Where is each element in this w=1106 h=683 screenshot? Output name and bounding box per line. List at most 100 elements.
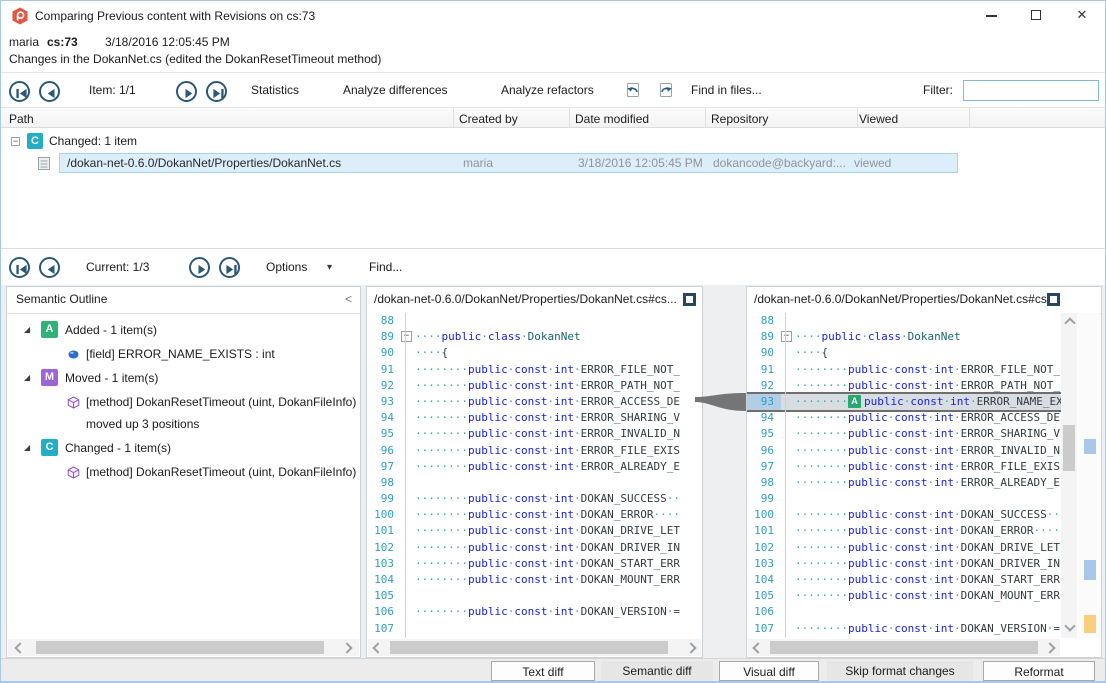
code-line-90: 90····{ bbox=[367, 345, 702, 361]
code-text bbox=[795, 637, 1077, 638]
tree-collapse-icon[interactable]: − bbox=[11, 137, 20, 146]
outline-group-moved[interactable]: ◢ M Moved - 1 item(s) bbox=[7, 368, 360, 390]
outline-item-method-moved[interactable]: [method] DokanResetTimeout (uint, DokanF… bbox=[7, 392, 360, 436]
line-number: 100 bbox=[367, 507, 401, 523]
maximize-pane-icon[interactable] bbox=[1047, 293, 1060, 306]
right-hscrollbar-thumb[interactable] bbox=[770, 641, 1038, 654]
last-diff-button[interactable] bbox=[219, 257, 240, 278]
fold-margin bbox=[781, 394, 795, 410]
maximize-pane-icon[interactable] bbox=[683, 293, 696, 306]
fold-toggle-icon[interactable]: − bbox=[781, 331, 792, 342]
doc-export-icon[interactable] bbox=[623, 80, 643, 100]
code-line-93: 93········public·const·int·ERROR_ACCESS_… bbox=[367, 394, 702, 410]
analyze-differences-button[interactable]: Analyze differences bbox=[343, 80, 448, 101]
scroll-down-icon[interactable] bbox=[1064, 620, 1075, 631]
code-text: ········public·const·int·DOKAN_DRIVE_LET bbox=[415, 523, 702, 539]
last-item-button[interactable] bbox=[206, 81, 227, 102]
code-text: ····{ bbox=[415, 345, 702, 361]
skip-format-changes-button[interactable]: Skip format changes bbox=[827, 661, 973, 681]
scroll-left-icon[interactable] bbox=[14, 642, 25, 653]
ruler-change-marker[interactable] bbox=[1084, 560, 1096, 580]
close-button[interactable]: ✕ bbox=[1067, 1, 1097, 29]
right-vscrollbar-thumb[interactable] bbox=[1063, 425, 1075, 471]
reformat-button[interactable]: Reformat bbox=[983, 661, 1095, 681]
outline-hscrollbar-thumb[interactable] bbox=[36, 641, 324, 654]
column-header-path[interactable]: Path bbox=[9, 110, 34, 128]
line-number: 93 bbox=[367, 394, 401, 410]
left-pane-header: /dokan-net-0.6.0/DokanNet/Properties/Dok… bbox=[367, 287, 702, 314]
next-item-button[interactable] bbox=[176, 81, 197, 102]
changed-group-row[interactable]: − C Changed: 1 item bbox=[1, 132, 1106, 152]
text-diff-button[interactable]: Text diff bbox=[491, 661, 595, 681]
ruler-change-marker[interactable] bbox=[1084, 439, 1096, 454]
table-row[interactable]: /dokan-net-0.6.0/DokanNet/Properties/Dok… bbox=[1, 153, 1106, 173]
line-number: 106 bbox=[367, 604, 401, 620]
analyze-refactors-button[interactable]: Analyze refactors bbox=[501, 80, 594, 101]
first-item-button[interactable] bbox=[9, 81, 30, 102]
options-button[interactable]: Options bbox=[266, 257, 307, 278]
expanded-triangle-icon[interactable]: ◢ bbox=[24, 373, 30, 382]
fold-margin bbox=[781, 540, 795, 556]
next-diff-button[interactable] bbox=[189, 257, 210, 278]
scroll-left-icon[interactable] bbox=[752, 642, 763, 653]
expanded-triangle-icon[interactable]: ◢ bbox=[24, 325, 30, 334]
minimize-button[interactable] bbox=[977, 1, 1007, 29]
doc-import-icon[interactable] bbox=[656, 80, 676, 100]
column-header-date-modified[interactable]: Date modified bbox=[575, 110, 649, 128]
fold-margin bbox=[401, 572, 415, 588]
left-hscrollbar-thumb[interactable] bbox=[390, 641, 668, 654]
fold-margin bbox=[781, 362, 795, 378]
right-code-hscrollbar[interactable] bbox=[748, 639, 1060, 656]
line-number: 101 bbox=[747, 523, 781, 539]
semantic-diff-button[interactable]: Semantic diff bbox=[601, 661, 713, 681]
code-text: ········public·const·int·ERROR_FILE_NOT_ bbox=[415, 362, 702, 378]
previous-item-button[interactable] bbox=[39, 81, 60, 102]
ruler-format-marker[interactable] bbox=[1084, 615, 1096, 633]
code-text: ····{ bbox=[795, 345, 1077, 361]
outline-group-added[interactable]: ◢ A Added - 1 item(s) bbox=[7, 320, 360, 342]
row-viewed: viewed bbox=[854, 156, 891, 170]
row-repository: dokancode@backyard:... bbox=[713, 156, 846, 170]
code-text: ········public·const·int·DOKAN_START_ERR bbox=[415, 556, 702, 572]
code-text: ········public·const·int·DOKAN_MOUNT_ERR bbox=[415, 572, 702, 588]
scroll-up-icon[interactable] bbox=[1064, 317, 1075, 328]
column-header-viewed[interactable]: Viewed bbox=[859, 110, 898, 128]
line-number: 96 bbox=[747, 443, 781, 459]
column-header-repository[interactable]: Repository bbox=[711, 110, 768, 128]
find-in-files-button[interactable]: Find in files... bbox=[691, 80, 762, 101]
fold-toggle-icon[interactable]: − bbox=[401, 331, 412, 342]
code-line-105: 105 bbox=[367, 588, 702, 604]
fold-margin bbox=[401, 588, 415, 604]
scroll-left-icon[interactable] bbox=[372, 642, 383, 653]
statistics-button[interactable]: Statistics bbox=[251, 80, 299, 101]
code-text: ········public·const·int·DOKAN_START_ERR bbox=[795, 572, 1077, 588]
outline-hscrollbar[interactable] bbox=[8, 639, 359, 656]
code-line-89: 89−····public·class·DokanNet bbox=[367, 329, 702, 345]
outline-item-field[interactable]: [field] ERROR_NAME_EXISTS : int bbox=[7, 344, 360, 366]
code-text: ········public·const·int·ERROR_SHARING_V bbox=[795, 426, 1077, 442]
right-code-vscrollbar[interactable] bbox=[1061, 313, 1077, 638]
maximize-button[interactable] bbox=[1022, 1, 1052, 29]
find-button[interactable]: Find... bbox=[369, 257, 402, 278]
chevron-down-icon[interactable]: ▾ bbox=[327, 257, 332, 278]
fold-margin bbox=[401, 378, 415, 394]
code-line-88: 88 bbox=[747, 313, 1077, 329]
left-code-hscrollbar[interactable] bbox=[368, 639, 701, 656]
filter-input[interactable] bbox=[963, 80, 1099, 101]
scroll-right-icon[interactable] bbox=[685, 642, 696, 653]
outline-item-sublabel: moved up 3 positions bbox=[86, 414, 199, 434]
first-diff-button[interactable] bbox=[9, 257, 30, 278]
outline-collapse-icon[interactable]: < bbox=[345, 287, 352, 312]
scroll-right-icon[interactable] bbox=[1044, 642, 1055, 653]
previous-diff-button[interactable] bbox=[39, 257, 60, 278]
column-header-created-by[interactable]: Created by bbox=[459, 110, 518, 128]
expanded-triangle-icon[interactable]: ◢ bbox=[24, 443, 30, 452]
line-number: 93 bbox=[747, 394, 781, 410]
code-text: ····public·class·DokanNet bbox=[415, 329, 702, 345]
code-text: ········public·const·int·DOKAN_ERROR···· bbox=[795, 523, 1077, 539]
code-line-103: 103········public·const·int·DOKAN_START_… bbox=[367, 556, 702, 572]
outline-item-method-changed[interactable]: [method] DokanResetTimeout (uint, DokanF… bbox=[7, 462, 360, 484]
outline-group-changed[interactable]: ◢ C Changed - 1 item(s) bbox=[7, 438, 360, 460]
visual-diff-button[interactable]: Visual diff bbox=[719, 661, 819, 681]
scroll-right-icon[interactable] bbox=[341, 642, 352, 653]
